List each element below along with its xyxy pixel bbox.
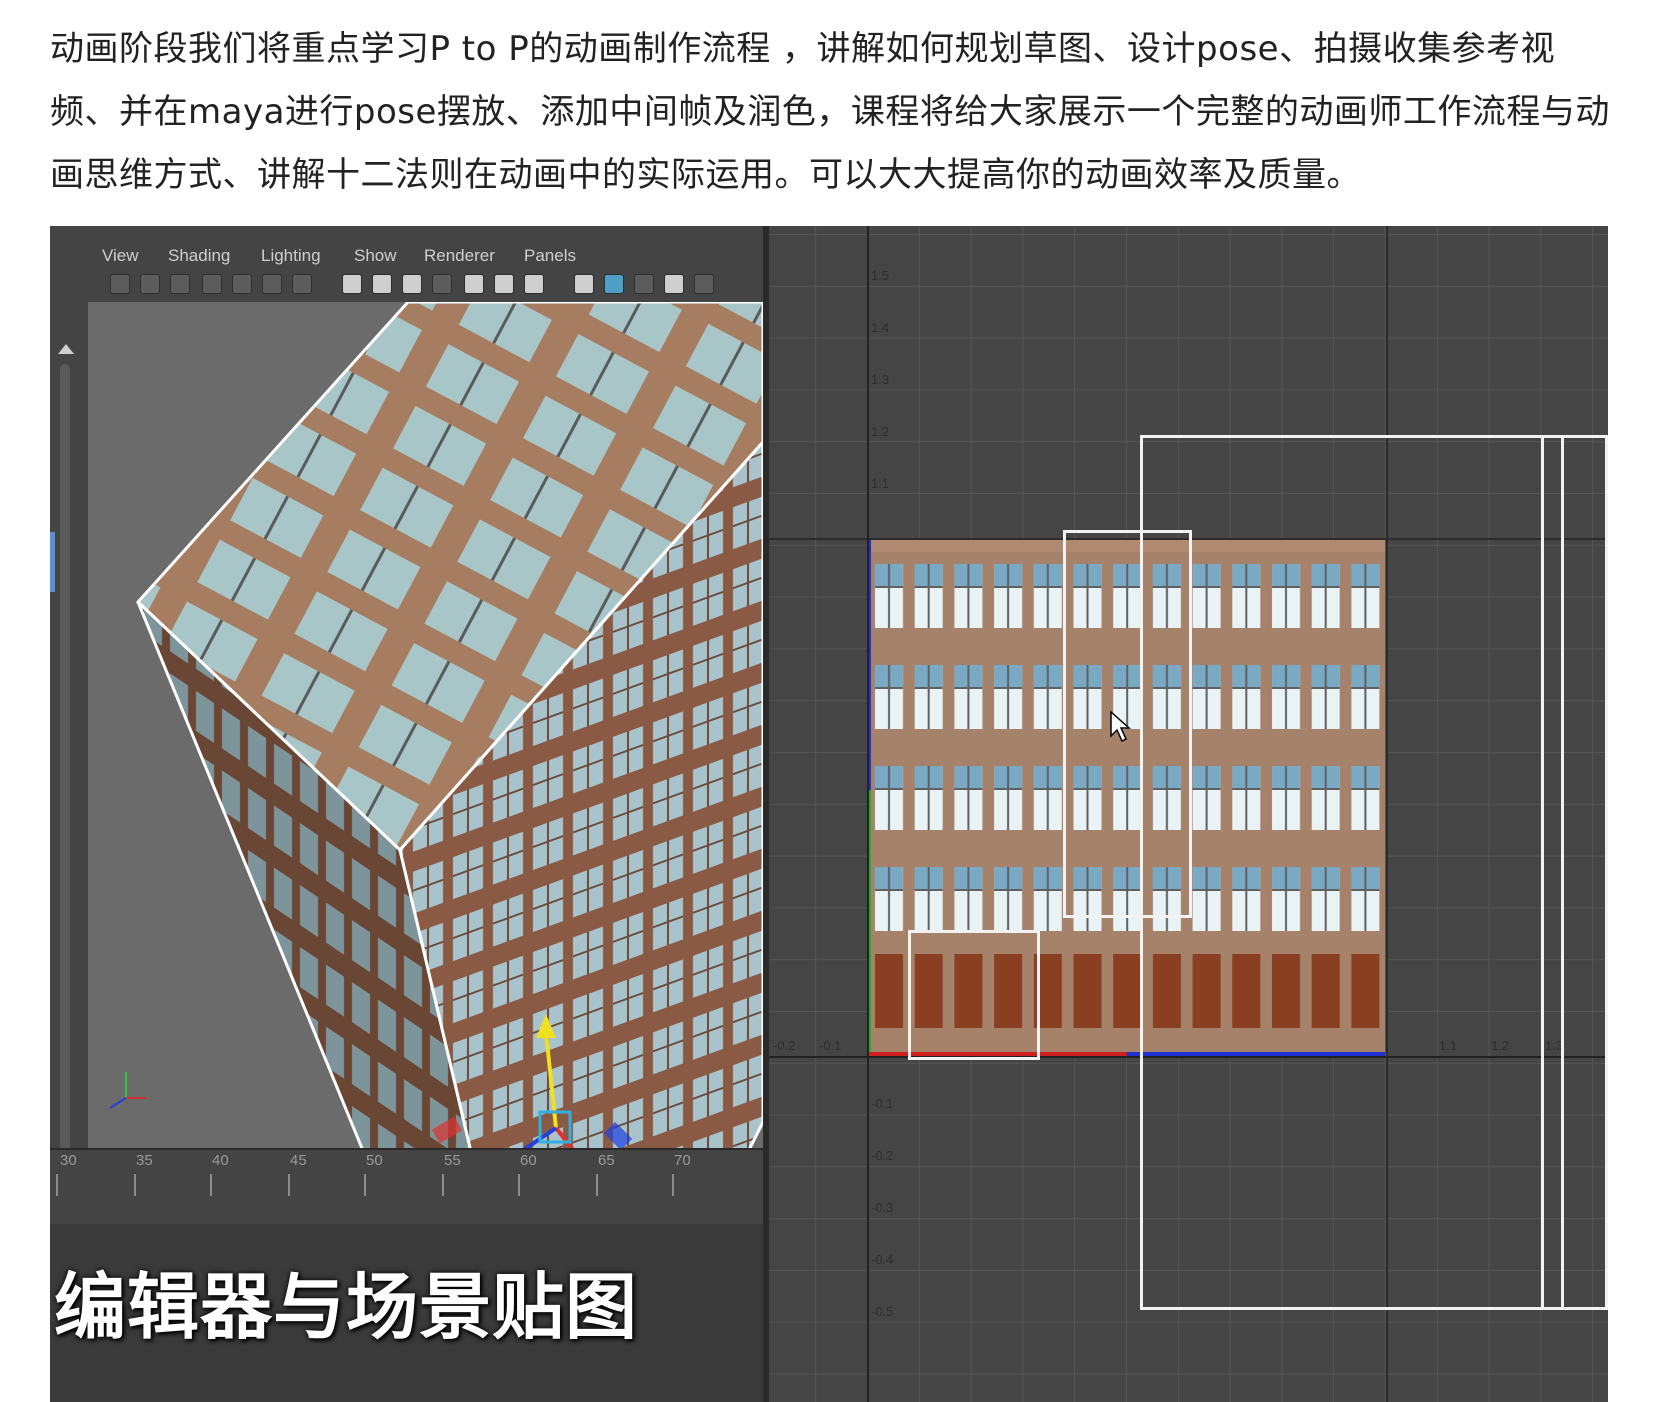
text-icon[interactable] [524,274,544,294]
uv-tick-label: -0.2 [871,1148,894,1163]
uv-tick-label: 1.2 [871,424,890,439]
viewport-canvas[interactable]: persp [88,300,765,1363]
world-axis-icon [109,1072,146,1109]
side-scrollbar[interactable] [60,364,70,1164]
time-slider[interactable]: 30 35 40 45 50 55 60 65 70 [50,1148,763,1226]
textured-icon[interactable] [664,274,684,294]
timeline-tick-label: 35 [136,1152,153,1169]
resolution-gate-icon[interactable] [402,274,422,294]
uv-shell-outline[interactable] [908,930,1040,1060]
xray-icon[interactable] [694,274,714,294]
scroll-up-arrow-icon[interactable] [58,344,74,354]
uv-selection-outline[interactable] [1140,435,1564,1310]
wireframe-icon[interactable] [574,274,594,294]
uv-editor-panel[interactable]: 1.5 1.4 1.3 1.2 1.1 -0.1 -0.2 -0.3 -0.4 … [769,226,1608,1402]
uv-tick-label: -0.4 [871,1252,894,1267]
bookmark-icon[interactable] [202,274,222,294]
timeline-tick [210,1174,212,1196]
timeline-tick-label: 60 [520,1152,537,1169]
viewport-menubar: View Shading Lighting Show Renderer Pane… [50,226,763,266]
timeline-tick [288,1174,290,1196]
uv-tick-label: -0.1 [819,1038,842,1053]
side-highlight [50,532,55,592]
pan-icon[interactable] [262,274,282,294]
timeline-tick [56,1174,58,1196]
camera-lock-icon[interactable] [170,274,190,294]
timeline-tick-label: 40 [212,1152,229,1169]
grid-icon[interactable] [342,274,362,294]
timeline-tick-label: 55 [444,1152,461,1169]
timeline-tick-label: 70 [674,1152,691,1169]
film-gate-icon[interactable] [372,274,392,294]
timeline-tick-label: 50 [366,1152,383,1169]
brush-icon[interactable] [292,274,312,294]
uv-tick-label: -0.3 [871,1200,894,1215]
smooth-shade-icon[interactable] [604,274,624,294]
field-chart-icon[interactable] [432,274,452,294]
uv-tick-label: 1.1 [871,476,890,491]
building-model-render [135,300,765,1363]
menu-view[interactable]: View [102,246,139,266]
intro-paragraph: 动画阶段我们将重点学习P to P的动画制作流程 ，讲解如何规划草图、设计pos… [50,29,1610,195]
uv-tick-label: 1.4 [871,320,890,335]
uv-tick-label: -0.5 [871,1304,894,1319]
uv-tick-label: 1.5 [871,268,890,283]
grease-pencil-icon[interactable] [232,274,252,294]
menu-shading[interactable]: Shading [168,246,230,266]
safe-title-icon[interactable] [494,274,514,294]
timeline-tick [596,1174,598,1196]
uv-tick-label: -0.2 [773,1038,796,1053]
camera-icon[interactable] [110,274,130,294]
timeline-tick [442,1174,444,1196]
timeline-tick [672,1174,674,1196]
menu-panels[interactable]: Panels [524,246,576,266]
menu-lighting[interactable]: Lighting [261,246,321,266]
timeline-tick-label: 65 [598,1152,615,1169]
timeline-tick [364,1174,366,1196]
uv-tick-label: -0.1 [871,1096,894,1111]
course-screenshot: View Shading Lighting Show Renderer Pane… [50,226,1608,1402]
lighting-icon[interactable] [634,274,654,294]
menu-show[interactable]: Show [354,246,397,266]
uv-tick-label: 1.3 [871,372,890,387]
timeline-tick [134,1174,136,1196]
viewport-toolbar [50,266,763,302]
timeline-tick [518,1174,520,1196]
video-caption: 编辑器与场景贴图 [54,1265,639,1349]
menu-renderer[interactable]: Renderer [424,246,495,266]
maya-viewport-panel: View Shading Lighting Show Renderer Pane… [50,226,765,1402]
camera-attributes-icon[interactable] [140,274,160,294]
mouse-cursor-icon [1110,710,1131,743]
timeline-tick-label: 45 [290,1152,307,1169]
timeline-tick-label: 30 [60,1152,77,1169]
uv-selection-outline[interactable] [1541,435,1608,1310]
safe-action-icon[interactable] [464,274,484,294]
